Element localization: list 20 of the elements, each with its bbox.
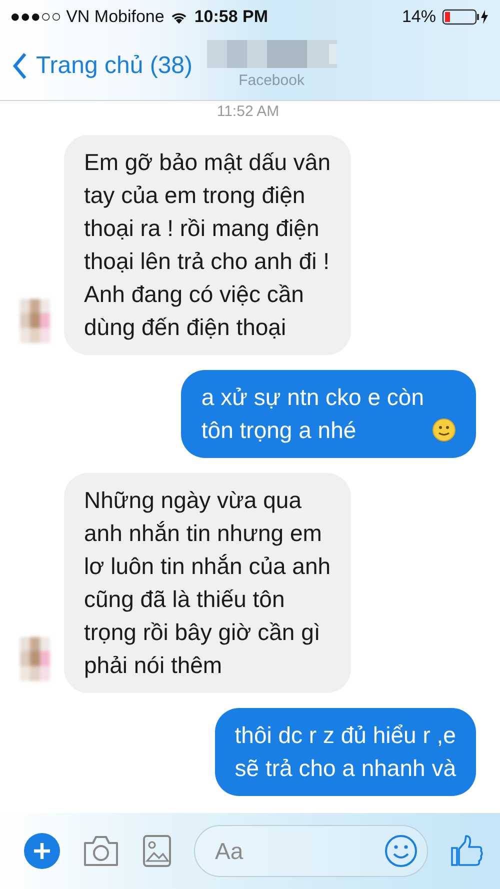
- message-field[interactable]: Aa: [194, 825, 428, 877]
- contact-subtitle: Facebook: [238, 72, 304, 89]
- message-text: Em gỡ bảo mật dấu vân tay của em trong điện thoại ra ! rồi mang điện thoại lên trả cho anh đi ! Anh đang có việc cần dùng đến điện thoại: [84, 148, 330, 342]
- timestamp: 11:52 AM: [216, 103, 280, 120]
- battery-percent: 14%: [402, 7, 436, 27]
- status-time: 10:58 PM: [194, 7, 268, 27]
- carrier-signal: ●●●○○ VN Mobifone: [10, 7, 164, 27]
- back-button[interactable]: Trang chủ (38): [12, 52, 193, 80]
- emoji-icon[interactable]: [384, 834, 418, 868]
- battery-charging-icon: [442, 9, 490, 25]
- add-button[interactable]: [24, 833, 60, 869]
- message-text: Những ngày vừa qua anh nhắn tin nhưng em lơ luôn tin nhắn của anh cũng đã là thiếu tôn trọng rồi bây giờ cần gì phải nói thêm: [84, 486, 331, 680]
- image-icon[interactable]: [142, 834, 172, 868]
- avatar: [20, 299, 50, 343]
- camera-icon[interactable]: [82, 834, 120, 868]
- message-text: thôi dc r z đủ hiểu r ,e sẽ trả cho a nhanh và: [234, 721, 456, 783]
- message-text: a xử sự ntn cko e còn tôn trọng a nhé: [201, 383, 424, 445]
- avatar: [20, 637, 50, 681]
- thumbs-up-icon[interactable]: [450, 834, 484, 868]
- back-chevron-icon[interactable]: [12, 52, 28, 80]
